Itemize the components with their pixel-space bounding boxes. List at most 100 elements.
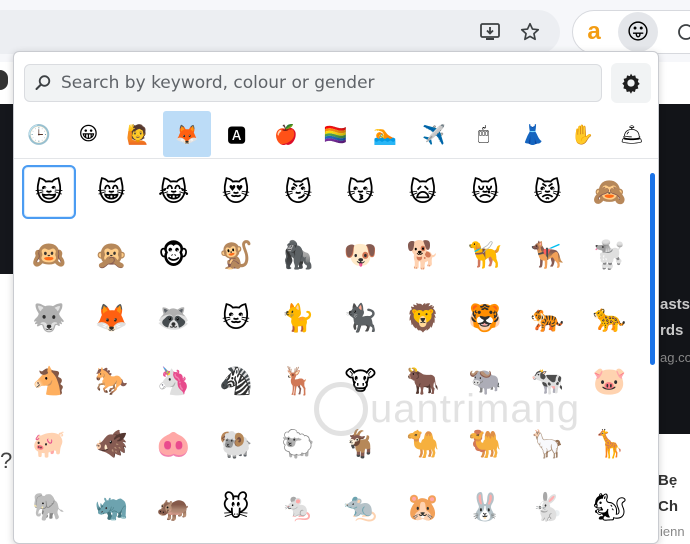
emoji-cell[interactable]: 🐐 [334, 417, 388, 471]
emoji-cell[interactable]: 🐯 [458, 291, 512, 345]
background-page-panel [0, 104, 14, 274]
emoji-cell[interactable]: 🦏 [84, 480, 138, 534]
background-page-text: asts [660, 296, 690, 313]
emoji-cell[interactable]: 🐃 [458, 354, 512, 408]
scrollbar-track[interactable] [648, 159, 658, 543]
background-page-text: rds [660, 322, 684, 339]
tab-food[interactable]: 🍎 [262, 111, 310, 157]
emoji-cell[interactable]: 😿 [458, 165, 512, 219]
tongue-face-emoji-icon: 😛 [626, 19, 650, 45]
emoji-cell[interactable]: 🐴 [22, 354, 76, 408]
emoji-cell[interactable]: 🐹 [396, 480, 450, 534]
emoji-cell[interactable]: 🦓 [209, 354, 263, 408]
emoji-cell[interactable]: 🦙 [520, 417, 574, 471]
background-page-text: ? [0, 448, 13, 473]
emoji-cell[interactable]: 🐖 [22, 417, 76, 471]
emoji-cell[interactable]: 🐂 [396, 354, 450, 408]
tab-clothing[interactable]: 👗 [509, 111, 557, 157]
emoji-cell[interactable]: 🙊 [84, 228, 138, 282]
emoji-cell[interactable]: 🦊 [84, 291, 138, 345]
background-page-text: Bẹ [658, 472, 678, 489]
extension-next-button[interactable] [672, 18, 690, 46]
emoji-cell[interactable]: 🐄 [520, 354, 574, 408]
emoji-cell[interactable]: 🐱 [209, 291, 263, 345]
scrollbar-thumb[interactable] [650, 173, 655, 365]
emoji-cell[interactable]: 🐫 [458, 417, 512, 471]
emoji-cell[interactable]: 🐎 [84, 354, 138, 408]
search-box [24, 64, 602, 102]
emoji-cell[interactable]: 🐶 [334, 228, 388, 282]
emoji-cell[interactable]: 🦌 [271, 354, 325, 408]
emoji-cell[interactable]: 🦁 [396, 291, 450, 345]
emoji-cell[interactable]: 😻 [209, 165, 263, 219]
emoji-cell[interactable]: 😽 [334, 165, 388, 219]
emoji-cell[interactable]: 🐏 [209, 417, 263, 471]
emoji-cell[interactable]: 🦝 [147, 291, 201, 345]
emoji-cell[interactable]: 🐁 [271, 480, 325, 534]
animals-category-icon: 🦊 [175, 123, 200, 146]
emoji-cell[interactable]: 🐭 [209, 480, 263, 534]
tab-bell[interactable]: 🛎 [608, 111, 656, 157]
settings-button[interactable] [611, 63, 651, 103]
emoji-cell[interactable]: 🦒 [583, 417, 637, 471]
emoji-cell[interactable]: 🐑 [271, 417, 325, 471]
tab-flags[interactable]: 🏳️‍🌈 [311, 111, 359, 157]
emoji-cell[interactable]: 🙈 [583, 165, 637, 219]
activities-category-icon: 🏊 [372, 123, 397, 146]
tab-activities[interactable]: 🏊 [361, 111, 409, 157]
emoji-cell[interactable]: 🐅 [520, 291, 574, 345]
emoji-cell[interactable]: 🐩 [583, 228, 637, 282]
tab-symbols[interactable]: 🅰 [213, 111, 261, 157]
tab-objects[interactable]: 🖱 [460, 111, 508, 157]
emoji-cell[interactable]: 🦮 [458, 228, 512, 282]
bell-category-icon: 🛎 [619, 123, 644, 146]
emoji-cell[interactable]: 🙀 [396, 165, 450, 219]
travel-category-icon: ✈️ [422, 123, 447, 146]
emoji-cell[interactable]: 🦄 [147, 354, 201, 408]
emoji-cell[interactable]: 🐿 [583, 480, 637, 534]
tab-smileys[interactable]: 😀 [64, 111, 112, 157]
emoji-cell[interactable]: 🐆 [583, 291, 637, 345]
emoji-cell[interactable]: 😸 [84, 165, 138, 219]
tab-people[interactable]: 🙋 [114, 111, 162, 157]
puzzle-icon [678, 24, 690, 40]
tab-recent[interactable]: 🕒 [15, 111, 63, 157]
recent-category-icon: 🕒 [27, 123, 51, 146]
emoji-cell[interactable]: 🐷 [583, 354, 637, 408]
emoji-cell[interactable]: 😾 [520, 165, 574, 219]
install-app-button[interactable] [474, 16, 506, 48]
emoji-cell[interactable]: 🐘 [22, 480, 76, 534]
emoji-cell[interactable]: 😹 [147, 165, 201, 219]
emoji-cell[interactable]: 🐕‍🦺 [520, 228, 574, 282]
emoji-cell[interactable]: 🐀 [334, 480, 388, 534]
objects-category-icon: 🖱 [477, 123, 490, 145]
emoji-cell[interactable]: 🐈‍⬛ [334, 291, 388, 345]
emoji-cell[interactable]: 😼 [271, 165, 325, 219]
emoji-cell[interactable]: 🐰 [458, 480, 512, 534]
bookmark-star-button[interactable] [514, 16, 546, 48]
emoji-cell[interactable]: 🙉 [22, 228, 76, 282]
emoji-cell[interactable]: 🐺 [22, 291, 76, 345]
emoji-cell[interactable]: 🐕 [396, 228, 450, 282]
emoji-cell[interactable]: 🐽 [147, 417, 201, 471]
background-page-text: ag.co [660, 350, 690, 365]
emoji-cell[interactable]: 🐗 [84, 417, 138, 471]
emoji-cell[interactable]: 😺 [22, 165, 76, 219]
emoji-cell[interactable]: 🦛 [147, 480, 201, 534]
tab-gestures[interactable]: ✋ [558, 111, 606, 157]
tab-travel[interactable]: ✈️ [410, 111, 458, 157]
emoji-cell[interactable]: 🐮 [334, 354, 388, 408]
emoji-cell[interactable]: 🐈 [271, 291, 325, 345]
symbols-category-icon: 🅰 [227, 124, 247, 147]
star-icon [520, 22, 540, 41]
emoji-cell[interactable]: 🐇 [520, 480, 574, 534]
emoji-extension-button[interactable]: 😛 [618, 12, 658, 52]
tab-animals[interactable]: 🦊 [163, 111, 212, 157]
emoji-cell[interactable]: 🐪 [396, 417, 450, 471]
emoji-cell[interactable]: 🦍 [271, 228, 325, 282]
extension-a-button[interactable]: a [580, 18, 608, 46]
gear-icon [622, 73, 640, 94]
search-input[interactable] [61, 65, 601, 101]
emoji-cell[interactable]: 🐵 [147, 228, 201, 282]
emoji-cell[interactable]: 🐒 [209, 228, 263, 282]
